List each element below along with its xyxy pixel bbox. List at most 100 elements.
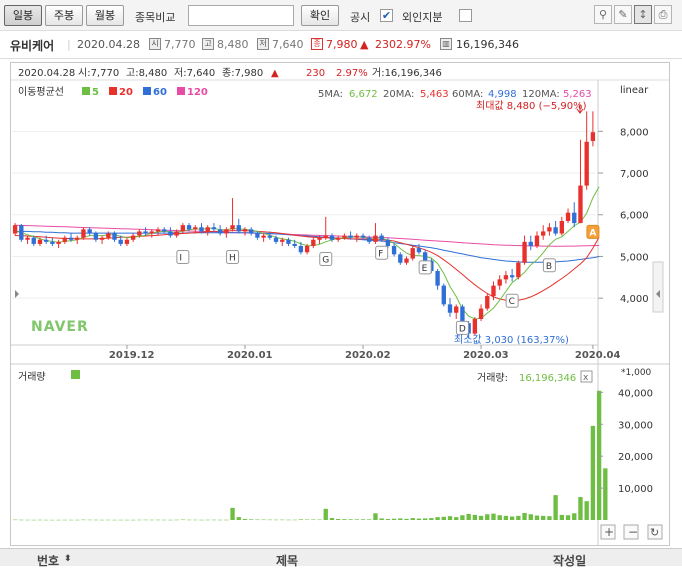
candle-body [280, 239, 285, 242]
candle-body [447, 304, 453, 313]
volume-bar [199, 519, 204, 521]
volume-bar [429, 518, 434, 520]
candle-body [211, 227, 217, 230]
stock-chart[interactable]: 2020.04.28 시:7,770 고:8,480 저:7,640 종:7,9… [0, 0, 682, 566]
volume-bar [373, 513, 378, 520]
volume-bar [81, 519, 86, 521]
candle-body [99, 237, 105, 240]
candle-body [584, 141, 589, 186]
header-arrow: ▲ [271, 68, 279, 79]
volume-bar [304, 519, 310, 521]
candle-body [335, 237, 341, 240]
volume-bar [534, 515, 540, 520]
header-open: 시:7,770 [78, 67, 119, 79]
candle-body [68, 237, 74, 240]
candle-body [286, 239, 291, 244]
candle-body [398, 254, 403, 263]
header-low: 저:7,640 [174, 67, 215, 79]
y-tick-label: 4,000 [620, 294, 649, 305]
candle-body [460, 306, 465, 324]
volume-bar [603, 468, 608, 520]
volume-bar [335, 519, 341, 520]
volume-bar [360, 519, 366, 520]
volume-bar [25, 519, 30, 521]
candle-body [37, 239, 43, 244]
volume-bar [186, 519, 192, 521]
candle-body [43, 239, 49, 242]
ma-legend-swatch [82, 87, 90, 95]
candle-body [230, 225, 235, 230]
volume-bar [137, 519, 142, 521]
volume-bar [168, 519, 173, 521]
candle-body [255, 233, 260, 238]
volume-bar [106, 519, 111, 521]
y-tick-label: 7,000 [620, 169, 649, 180]
event-marker-label: B [546, 262, 552, 272]
header-volume: 거:16,196,346 [372, 67, 442, 79]
volume-bar [422, 518, 428, 520]
ma-legend-swatch [143, 87, 151, 95]
ma20-line [15, 230, 600, 302]
close-icon: x [583, 373, 589, 383]
candle-body [572, 212, 577, 224]
candle-body [441, 285, 446, 305]
volume-bar [528, 514, 533, 520]
ma-legend-label: 20 [119, 87, 133, 98]
volume-bar [211, 519, 217, 521]
volume-value: 16,196,346 [519, 373, 576, 384]
candle-body [541, 231, 546, 236]
event-marker-label: C [509, 297, 515, 307]
candle-body [186, 225, 192, 230]
volume-bar [31, 519, 36, 521]
volume-y-tick-label: 40,000 [618, 388, 653, 399]
candle-body [236, 225, 241, 232]
volume-bar [205, 519, 210, 521]
volume-bar [236, 517, 241, 520]
candle-body [199, 227, 204, 232]
header-pct: 2.97% [336, 68, 368, 79]
volume-bar [217, 519, 223, 521]
volume-bar [62, 519, 67, 521]
ma-legend-label: 60 [153, 87, 167, 98]
candle-body [553, 227, 558, 234]
volume-bar [68, 519, 74, 521]
volume-bar [385, 519, 391, 520]
volume-title: 거래량 [18, 371, 46, 383]
ma-legend-swatch [177, 87, 185, 95]
refresh-icon: ↻ [650, 526, 659, 539]
scale-label[interactable]: linear [620, 85, 649, 96]
candle-body [25, 237, 30, 240]
volume-bar [112, 519, 117, 521]
volume-bar [491, 513, 496, 520]
col-number[interactable]: 번호 [37, 552, 59, 569]
event-marker-label: F [378, 249, 383, 259]
volume-y-tick-label: 10,000 [618, 484, 653, 495]
candle-body [174, 231, 179, 236]
sort-icon[interactable]: ⬍ [64, 554, 72, 564]
candle-body [503, 275, 509, 280]
y-tick-label: 6,000 [620, 211, 649, 222]
scroll-right-handle[interactable] [652, 261, 664, 313]
scroll-left-icon[interactable] [15, 290, 19, 298]
candle-body [534, 235, 540, 247]
candle-body [342, 235, 347, 238]
candle-body [112, 233, 117, 240]
volume-bar [267, 519, 273, 521]
candle-body [143, 231, 148, 234]
candle-body [454, 306, 459, 313]
candle-body [435, 271, 440, 286]
candle-body [348, 235, 353, 238]
volume-bar [37, 519, 43, 521]
event-marker-label: E [422, 264, 428, 274]
volume-y-tick-label: 30,000 [618, 420, 653, 431]
volume-unit: *1,000 [621, 368, 652, 378]
candle-body [31, 237, 36, 244]
x-tick-label: 2020.03 [463, 350, 509, 361]
volume-bar [435, 517, 440, 520]
event-marker-label: A [589, 228, 596, 238]
volume-bar [472, 514, 478, 520]
volume-bar [485, 514, 490, 520]
candle-body [379, 235, 384, 240]
volume-bar [559, 514, 565, 520]
candle-body [528, 241, 533, 247]
